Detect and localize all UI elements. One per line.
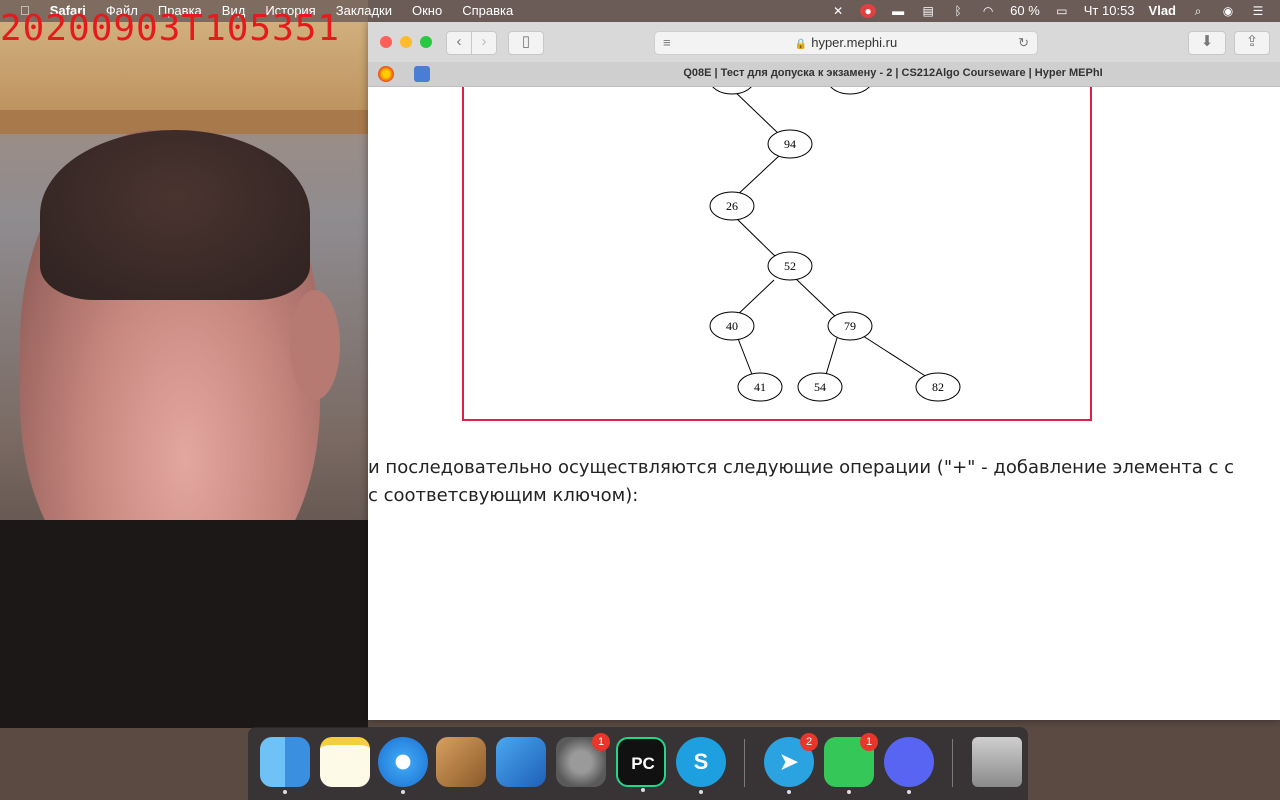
question-line-1: и последовательно осуществляются следующ… <box>368 457 1235 478</box>
status-app-icon[interactable]: ● <box>860 3 877 18</box>
share-button[interactable]: ⇪ <box>1234 31 1270 55</box>
pycharm-glyph: PC <box>631 754 655 773</box>
dock-skype-icon[interactable]: S <box>676 737 726 794</box>
edge-52-79 <box>795 278 839 320</box>
webcam-timestamp: 20200903T105351 <box>0 8 341 49</box>
status-x-icon[interactable]: ✕ <box>830 4 846 18</box>
active-tab-title[interactable]: Q08E | Тест для допуска к экзамену - 2 |… <box>568 67 1218 79</box>
dock-discord-icon[interactable] <box>884 737 934 794</box>
dock-separator <box>744 739 745 787</box>
close-window-button[interactable] <box>380 36 392 48</box>
tree-node-label: 82 <box>932 380 944 394</box>
menu-help[interactable]: Справка <box>462 3 513 18</box>
running-indicator <box>907 790 911 794</box>
fullscreen-window-button[interactable] <box>420 36 432 48</box>
running-indicator <box>401 790 405 794</box>
share-icon: ⇪ <box>1245 33 1259 50</box>
dock-separator <box>952 739 953 787</box>
dock-safari-icon[interactable] <box>378 737 428 794</box>
notification-center-icon[interactable]: ☰ <box>1250 4 1266 18</box>
pinned-tab-favicon-icon[interactable] <box>378 66 394 82</box>
dock-telegram-icon[interactable]: ➤ 2 <box>764 733 818 794</box>
menu-window[interactable]: Окно <box>412 3 442 18</box>
status-flag-icon[interactable]: ▤ <box>920 4 936 18</box>
edge-79-54 <box>824 337 838 379</box>
dock: 1 PC S ➤ 2 1 <box>248 727 1028 800</box>
edge-52-40 <box>733 279 775 319</box>
downloads-button[interactable]: ⬇ <box>1188 31 1226 55</box>
tree-node-label: 52 <box>784 259 796 273</box>
dock-notes-icon[interactable] <box>320 737 370 787</box>
reload-icon[interactable]: ↻ <box>1018 32 1029 54</box>
tab-bar: Q08E | Тест для допуска к экзамену - 2 |… <box>368 62 1280 87</box>
status-message-icon[interactable]: ▬ <box>890 4 906 18</box>
notification-badge: 1 <box>860 733 878 751</box>
sidebar-toggle-button[interactable]: ▯ <box>508 31 544 55</box>
tree-node-label: 40 <box>726 319 738 333</box>
menubar-clock[interactable]: Чт 10:53 <box>1084 3 1135 18</box>
chevron-left-icon: ‹ <box>456 33 462 50</box>
forward-button[interactable]: › <box>471 31 497 55</box>
edge-79-82 <box>859 333 931 380</box>
bluetooth-icon[interactable]: ᛒ <box>950 4 966 18</box>
tree-node-label: 26 <box>726 199 738 213</box>
address-bar[interactable]: ≡ 🔒 hyper.mephi.ru ↻ <box>654 31 1038 55</box>
dock-xcode-icon[interactable] <box>496 737 546 787</box>
wifi-icon[interactable]: ◠ <box>980 4 996 18</box>
running-indicator <box>699 790 703 794</box>
running-indicator <box>847 790 851 794</box>
webcam-person-hair <box>40 130 310 300</box>
tree-svg: 20 99 94 26 52 40 79 41 54 82 <box>709 87 961 402</box>
question-text: и последовательно осуществляются следующ… <box>368 454 1234 510</box>
edge-20-94 <box>731 88 781 136</box>
edge-40-41 <box>736 335 754 378</box>
spotlight-search-icon[interactable]: ⌕ <box>1190 4 1206 18</box>
notification-badge: 1 <box>592 733 610 751</box>
sidebar-icon: ▯ <box>521 33 531 50</box>
running-indicator <box>283 790 287 794</box>
webcam-person-ear <box>290 290 340 400</box>
question-line-2: с соответсвующим ключом): <box>368 485 639 506</box>
dock-trash-icon[interactable] <box>972 737 1022 787</box>
pinned-tab-chat-icon[interactable] <box>414 66 430 82</box>
tree-node-label: 41 <box>754 380 766 394</box>
tree-node-label: 79 <box>844 319 856 333</box>
minimize-window-button[interactable] <box>400 36 412 48</box>
safari-window: ‹ › ▯ ≡ 🔒 hyper.mephi.ru ↻ ⬇ ⇪ Q08E | Тес… <box>368 22 1280 720</box>
running-indicator <box>787 790 791 794</box>
webcam-feed <box>0 0 368 728</box>
battery-icon[interactable]: ▭ <box>1054 4 1070 18</box>
lock-icon: 🔒 <box>794 39 808 50</box>
chevron-right-icon: › <box>481 33 487 50</box>
back-button[interactable]: ‹ <box>446 31 472 55</box>
battery-percent[interactable]: 60 % <box>1010 3 1040 18</box>
webcam-person-shirt <box>0 520 368 728</box>
tree-diagram: 20 99 94 26 52 40 79 41 54 82 <box>462 87 1092 421</box>
menubar-user[interactable]: Vlad <box>1149 3 1176 18</box>
reader-menu-icon[interactable]: ≡ <box>663 32 671 54</box>
edge-26-52 <box>733 215 781 262</box>
edge-94-26 <box>733 154 781 199</box>
address-text: hyper.mephi.ru <box>811 35 898 50</box>
page-content: 20 99 94 26 52 40 79 41 54 82 и последов… <box>368 87 1280 720</box>
running-indicator <box>641 788 645 792</box>
dock-finder-icon[interactable] <box>260 737 310 794</box>
dock-instruments-icon[interactable] <box>436 737 486 787</box>
tree-node-99 <box>830 87 870 95</box>
download-icon: ⬇ <box>1200 33 1214 50</box>
dock-pycharm-icon[interactable]: PC <box>616 737 666 792</box>
tree-node-20 <box>712 87 752 95</box>
browser-toolbar: ‹ › ▯ ≡ 🔒 hyper.mephi.ru ↻ ⬇ ⇪ <box>368 22 1280 63</box>
dock-system-preferences-icon[interactable]: 1 <box>556 733 610 787</box>
notification-badge: 2 <box>800 733 818 751</box>
siri-icon[interactable]: ◉ <box>1220 4 1236 18</box>
skype-glyph: S <box>693 749 709 774</box>
tree-node-label: 94 <box>784 137 796 151</box>
menu-bookmarks[interactable]: Закладки <box>336 3 392 18</box>
dock-messages-icon[interactable]: 1 <box>824 733 878 794</box>
tree-node-label: 54 <box>814 380 826 394</box>
